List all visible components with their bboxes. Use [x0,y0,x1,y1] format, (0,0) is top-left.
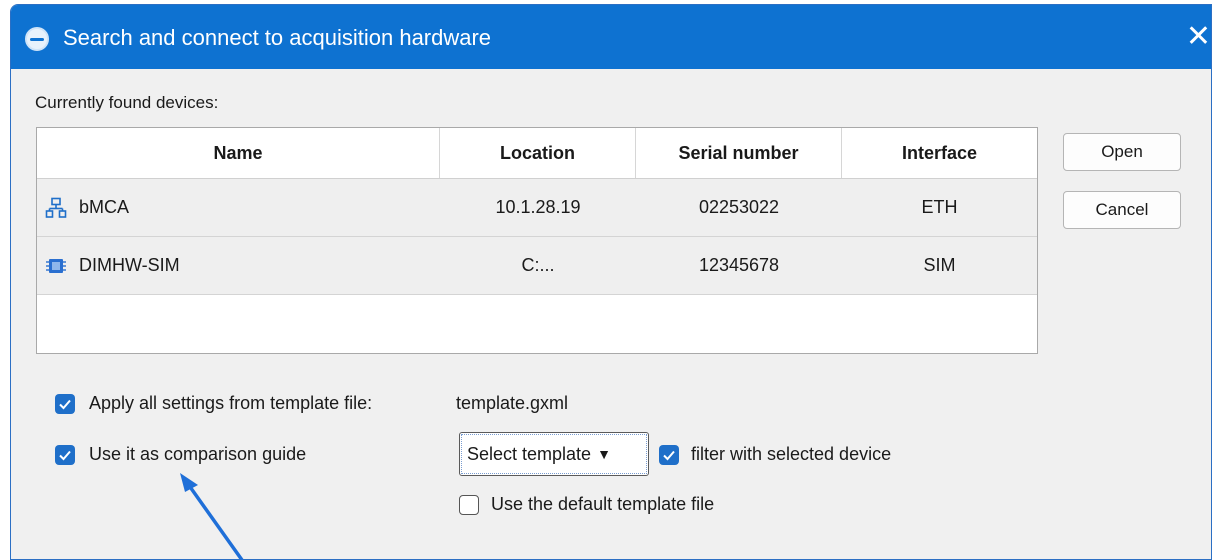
comparison-guide-label[interactable]: Use it as comparison guide [89,444,306,465]
column-header-name[interactable]: Name [37,128,440,178]
template-filename: template.gxml [456,393,569,413]
cell-serial-number: 12345678 [698,255,780,275]
device-name: DIMHW-SIM [79,255,180,275]
device-name: bMCA [79,197,130,217]
apply-template-label[interactable]: Apply all settings from template file: [89,393,372,414]
default-template-checkbox[interactable] [459,495,479,515]
cell-name: bMCA [37,179,440,236]
column-header-location[interactable]: Location [440,128,636,178]
window-title: Search and connect to acquisition hardwa… [63,25,492,50]
dropdown-arrow-icon: ▼ [597,446,611,462]
app-icon [25,27,49,51]
filter-device-label[interactable]: filter with selected device [691,444,891,465]
table-row[interactable]: bMCA 10.1.28.19 02253022 ETH [37,179,1037,237]
cell-serial-number: 02253022 [698,197,780,217]
close-icon[interactable]: ✕ [1181,15,1211,59]
column-header-serial-number[interactable]: Serial number [636,128,842,178]
checkmark-icon [59,450,71,461]
cancel-button[interactable]: Cancel [1063,191,1181,229]
cell-location: C:... [521,255,555,275]
select-template-value: Select template [467,443,592,464]
comparison-guide-checkbox[interactable] [55,445,75,465]
table-row[interactable]: DIMHW-SIM C:... 12345678 SIM [37,237,1037,295]
cell-interface: ETH [921,197,958,217]
cell-interface: SIM [923,255,956,275]
apply-template-checkbox[interactable] [55,394,75,414]
default-template-label[interactable]: Use the default template file [491,494,714,515]
checkmark-icon [59,399,71,410]
open-button[interactable]: Open [1063,133,1181,171]
select-template-dropdown[interactable]: Select template ▼ [459,432,649,476]
table-header: Name Location Serial number Interface [37,128,1037,179]
cell-name: DIMHW-SIM [37,237,440,294]
network-device-icon [45,197,67,219]
filter-device-checkbox[interactable] [659,445,679,465]
annotation-arrow-icon [180,473,244,560]
title-bar: Search and connect to acquisition hardwa… [11,5,1211,69]
found-devices-label: Currently found devices: [35,93,219,112]
column-header-interface[interactable]: Interface [842,128,1037,178]
checkmark-icon [663,450,675,461]
devices-table: Name Location Serial number Interface bM… [36,127,1038,354]
chip-icon [45,255,67,277]
cell-location: 10.1.28.19 [495,197,581,217]
